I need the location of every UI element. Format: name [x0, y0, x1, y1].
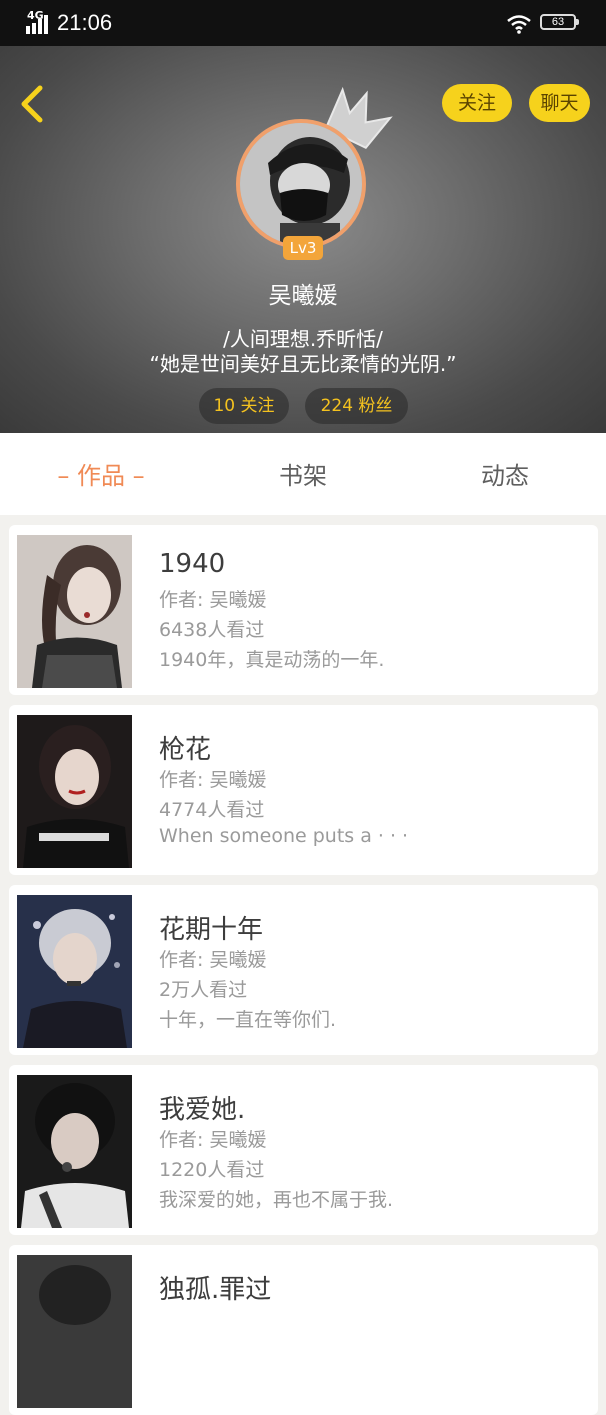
work-views: 6438人看过	[159, 619, 265, 641]
fans-count[interactable]: 224 粉丝	[305, 388, 408, 424]
work-author: 作者: 吴曦媛	[159, 949, 267, 971]
follow-button[interactable]: 关注	[442, 84, 512, 122]
work-title: 枪花	[159, 735, 212, 765]
work-cover-image	[17, 715, 132, 868]
work-author: 作者: 吴曦媛	[159, 769, 267, 791]
work-description: 1940年，真是动荡的一年.	[159, 649, 385, 671]
profile-header: 关注 聊天 Lv3 吴曦媛 /人间理想.乔昕恬/ “她是世间美好且无比柔情的光阴…	[0, 46, 606, 433]
work-views: 4774人看过	[159, 799, 265, 821]
chat-button[interactable]: 聊天	[529, 84, 590, 122]
work-views: 2万人看过	[159, 979, 248, 1001]
work-card[interactable]: 独孤.罪过	[9, 1245, 598, 1415]
back-arrow-icon[interactable]	[16, 82, 50, 126]
work-views: 1220人看过	[159, 1159, 265, 1181]
battery-icon: 63	[540, 14, 579, 30]
work-card[interactable]: 1940 作者: 吴曦媛 6438人看过 1940年，真是动荡的一年.	[9, 525, 598, 695]
level-badge: Lv3	[283, 236, 323, 260]
username: 吴曦媛	[268, 283, 338, 309]
work-cover-image	[17, 535, 132, 688]
work-card[interactable]: 枪花 作者: 吴曦媛 4774人看过 When someone puts a ·…	[9, 705, 598, 875]
avatar[interactable]	[236, 119, 366, 249]
work-title: 独孤.罪过	[159, 1275, 272, 1305]
wifi-icon	[507, 15, 531, 34]
tab-bookshelf[interactable]: 书架	[242, 433, 364, 515]
work-card[interactable]: 花期十年 作者: 吴曦媛 2万人看过 十年，一直在等你们.	[9, 885, 598, 1055]
work-cover-image	[17, 1255, 132, 1408]
work-card[interactable]: 我爱她. 作者: 吴曦媛 1220人看过 我深爱的她，再也不属于我.	[9, 1065, 598, 1235]
work-cover-image	[17, 1075, 132, 1228]
tab-moments[interactable]: 动态	[444, 433, 566, 515]
work-author: 作者: 吴曦媛	[159, 1129, 267, 1151]
work-title: 我爱她.	[159, 1095, 246, 1125]
work-description: 十年，一直在等你们.	[159, 1009, 337, 1031]
work-author: 作者: 吴曦媛	[159, 589, 267, 611]
profile-tabs: – 作品 – 书架 动态	[0, 433, 606, 515]
work-description: When someone puts a · · ·	[159, 825, 409, 847]
work-description: 我深爱的她，再也不属于我.	[159, 1189, 394, 1211]
status-bar: 4G 21:06 63	[0, 0, 606, 46]
work-cover-image	[17, 895, 132, 1048]
tab-works[interactable]: – 作品 –	[40, 433, 162, 515]
motto-line-2: “她是世间美好且无比柔情的光阴.”	[149, 352, 457, 376]
following-count[interactable]: 10 关注	[199, 388, 289, 424]
clock: 21:06	[57, 10, 113, 35]
work-title: 1940	[159, 549, 226, 579]
work-title: 花期十年	[159, 915, 264, 945]
signal-icon	[26, 15, 48, 34]
avatar-image	[240, 123, 362, 245]
